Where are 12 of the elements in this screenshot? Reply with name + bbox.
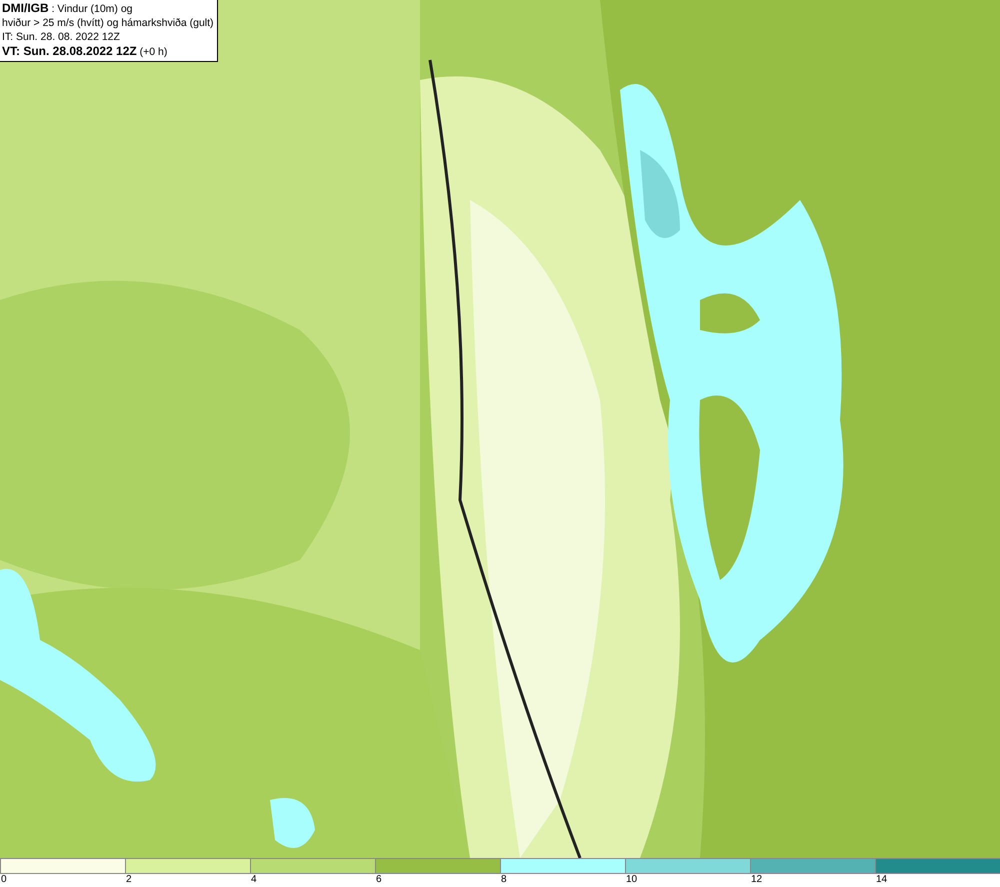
header-text: hviður > 25 m/s (hvítt) og hámarkshviða (gult) (2, 16, 214, 30)
legend-tick-label: 0 (0, 874, 7, 886)
legend-tick-label: 10 (625, 874, 638, 886)
legend-tick-label: 6 (375, 874, 382, 886)
header-text: VT: Sun. 28.08.2022 12Z (+0 h) (2, 44, 168, 59)
legend-tick-label: 12 (750, 874, 762, 886)
header-text: IT: Sun. 28. 08. 2022 12Z (2, 30, 121, 44)
legend-tick-label: 4 (250, 874, 257, 886)
legend-tick-label: 14 (875, 874, 888, 886)
legend-tick-label: 8 (500, 874, 507, 886)
legend-tick-label: 2 (125, 874, 132, 886)
header-text: DMI/IGB : Vindur (10m) og (2, 1, 134, 16)
